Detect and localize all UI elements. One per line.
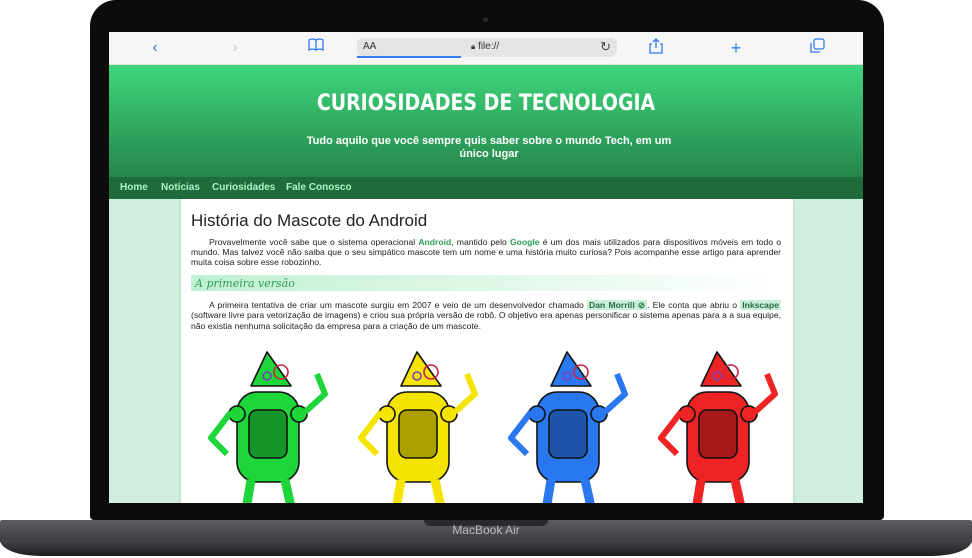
new-tab-icon[interactable]: + — [726, 38, 746, 58]
robot-part — [548, 409, 588, 459]
laptop-base: MacBook Air — [0, 514, 972, 558]
robot-part — [358, 410, 384, 457]
device-label: MacBook Air — [452, 523, 520, 537]
article-paragraph-1: Provavelmente você sabe que o sistema op… — [191, 237, 781, 267]
section-title: A primeira versão — [195, 277, 295, 290]
address-url: file:// — [478, 41, 500, 52]
nav-curiosidades[interactable]: Curiosidades — [212, 182, 275, 193]
tabs-icon[interactable] — [807, 38, 827, 58]
robot-red — [658, 351, 778, 503]
robot-green — [208, 351, 328, 503]
robot-part — [658, 410, 684, 457]
robot-part — [242, 479, 295, 503]
robot-part — [248, 409, 288, 459]
share-icon[interactable] — [646, 38, 666, 58]
android-mascots-illustration — [208, 351, 778, 503]
robot-part — [250, 351, 292, 387]
reload-icon[interactable]: ↻ — [600, 39, 611, 55]
robot-part — [400, 351, 442, 387]
site-subtitle: Tudo aquilo que você sempre quis saber s… — [306, 135, 672, 160]
site-header: CURIOSIDADES DE TECNOLOGIA Tudo aquilo q… — [109, 65, 863, 177]
article-title: História do Mascote do Android — [191, 211, 428, 230]
article-paragraph-2: A primeira tentativa de criar um mascote… — [191, 300, 781, 331]
main-nav: Home Notícias Curiosidades Fale Conosco — [109, 177, 863, 199]
base-lip — [0, 540, 972, 556]
p2-text-c: (software livre para vetorização de imag… — [191, 310, 781, 331]
dan-morrill-label: Dan Morrill — [589, 300, 635, 310]
nav-noticias[interactable]: Notícias — [161, 182, 200, 193]
robot-part — [392, 479, 445, 503]
robot-part — [550, 351, 592, 387]
p2-text-b: . Ele conta que abriu o — [647, 300, 741, 310]
article-card: História do Mascote do Android Provavelm… — [181, 199, 793, 503]
robot-part — [508, 410, 534, 457]
dan-morrill-link[interactable]: Dan Morrill ⊘ — [587, 300, 648, 310]
inkscape-link[interactable]: Inkscape — [740, 300, 781, 310]
p1-text-a: Provavelmente você sabe que o sistema op… — [209, 237, 419, 247]
browser-window: ‹ › AA 🔒︎ file:// ↻ + CURIOSIDADES DE TE… — [109, 32, 863, 503]
p2-text-a: A primeira tentativa de criar um mascote… — [209, 300, 588, 310]
forward-icon[interactable]: › — [225, 38, 245, 58]
robot-part — [452, 372, 478, 415]
nav-home[interactable]: Home — [120, 182, 148, 193]
camera-dot — [483, 17, 488, 22]
robot-part — [208, 410, 234, 457]
bookmarks-icon[interactable] — [306, 38, 326, 58]
browser-toolbar: ‹ › AA 🔒︎ file:// ↻ + — [109, 32, 863, 65]
robot-part — [698, 409, 738, 459]
robot-blue — [508, 351, 628, 503]
back-icon[interactable]: ‹ — [145, 38, 165, 58]
robot-part — [700, 351, 742, 387]
robot-part — [542, 479, 595, 503]
site-title: CURIOSIDADES DE TECNOLOGIA — [316, 91, 656, 116]
robot-yellow — [358, 351, 478, 503]
robot-part — [692, 479, 745, 503]
p1-text-b: , mantido pelo — [451, 237, 510, 247]
robot-part — [602, 372, 628, 415]
google-link[interactable]: Google — [510, 237, 540, 247]
load-progress-bar — [357, 56, 461, 58]
nav-fale-conosco[interactable]: Fale Conosco — [286, 182, 352, 193]
robot-part — [752, 372, 778, 415]
android-link[interactable]: Android — [418, 237, 451, 247]
section-heading: A primeira versão — [191, 275, 781, 291]
robot-part — [398, 409, 438, 459]
address-url-group: 🔒︎ file:// — [471, 41, 499, 52]
address-bar[interactable]: AA 🔒︎ file:// ↻ — [357, 38, 617, 58]
external-link-icon: ⊘ — [637, 300, 646, 310]
reader-aa-button[interactable]: AA — [363, 41, 376, 52]
robot-part — [302, 372, 328, 415]
lock-icon: 🔒︎ — [471, 42, 476, 51]
